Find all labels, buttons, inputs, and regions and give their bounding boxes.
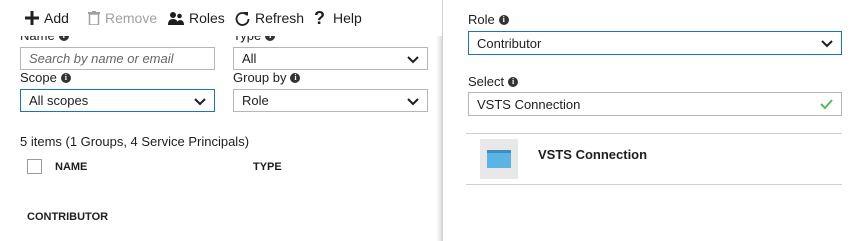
toolbar: Add Remove Roles Refresh ? Help — [0, 0, 442, 36]
scope-select-value: All scopes — [29, 93, 89, 108]
select-all-checkbox[interactable] — [27, 159, 42, 174]
people-icon — [168, 12, 184, 25]
column-header-name[interactable]: NAME — [55, 161, 87, 173]
type-select-value: All — [242, 51, 257, 66]
name-search-placeholder: Search by name or email — [29, 51, 174, 66]
remove-label: Remove — [105, 10, 158, 26]
info-icon: i — [498, 14, 509, 25]
roles-button[interactable]: Roles — [168, 7, 225, 29]
app-icon — [480, 139, 518, 179]
scope-select[interactable]: All scopes — [20, 89, 215, 112]
info-icon: i — [60, 72, 71, 83]
add-label: Add — [44, 10, 69, 26]
left-pane: Add Remove Roles Refresh ? Help Search b… — [0, 0, 442, 241]
group-header-contributor: CONTRIBUTOR — [27, 211, 109, 223]
chevron-down-icon — [407, 98, 419, 106]
remove-button[interactable]: Remove — [88, 7, 157, 29]
refresh-label: Refresh — [255, 10, 305, 26]
role-select-value: Contributor — [477, 35, 542, 51]
info-icon: i — [508, 76, 519, 87]
refresh-button[interactable]: Refresh — [235, 7, 304, 29]
items-count: 5 items (1 Groups, 4 Service Principals) — [20, 134, 250, 149]
select-search-value: VSTS Connection — [477, 96, 581, 112]
plus-icon — [25, 11, 39, 25]
chevron-down-icon — [821, 40, 833, 48]
groupby-filter-label: Group by i — [233, 70, 301, 85]
help-button[interactable]: ? Help — [314, 7, 362, 29]
add-button[interactable]: Add — [25, 7, 69, 29]
role-select[interactable]: Contributor — [468, 31, 842, 55]
scope-filter-label: Scope i — [20, 70, 71, 85]
select-search-input[interactable]: VSTS Connection — [468, 92, 842, 116]
chevron-down-icon — [407, 56, 419, 64]
type-select[interactable]: All — [233, 47, 428, 70]
result-list-item[interactable] — [466, 133, 842, 185]
trash-icon — [88, 11, 100, 25]
refresh-icon — [235, 11, 250, 26]
select-label: Select i — [468, 74, 519, 89]
column-header-type[interactable]: TYPE — [253, 161, 282, 173]
roles-label: Roles — [189, 10, 225, 26]
groupby-select-value: Role — [242, 93, 269, 108]
checkmark-icon — [820, 99, 833, 110]
result-item-label: VSTS Connection — [538, 147, 648, 162]
chevron-down-icon — [194, 98, 206, 106]
name-search-input[interactable]: Search by name or email — [20, 47, 215, 70]
help-icon: ? — [314, 7, 325, 28]
help-label: Help — [333, 10, 362, 26]
info-icon: i — [290, 72, 301, 83]
groupby-select[interactable]: Role — [233, 89, 428, 112]
role-label: Role i — [468, 12, 509, 27]
